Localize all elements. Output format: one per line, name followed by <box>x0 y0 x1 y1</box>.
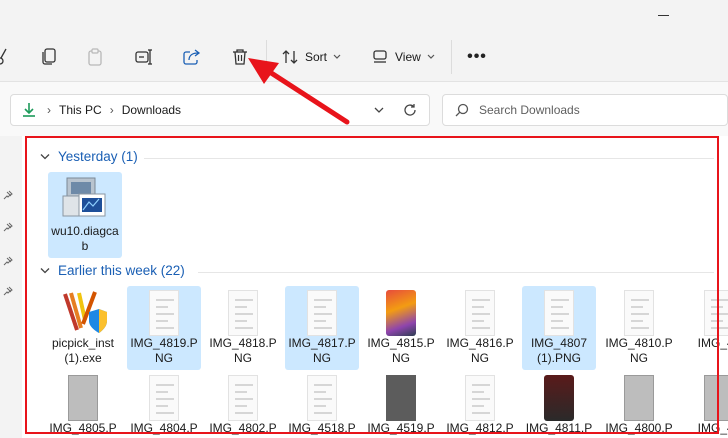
annotation-arrow <box>248 58 350 125</box>
